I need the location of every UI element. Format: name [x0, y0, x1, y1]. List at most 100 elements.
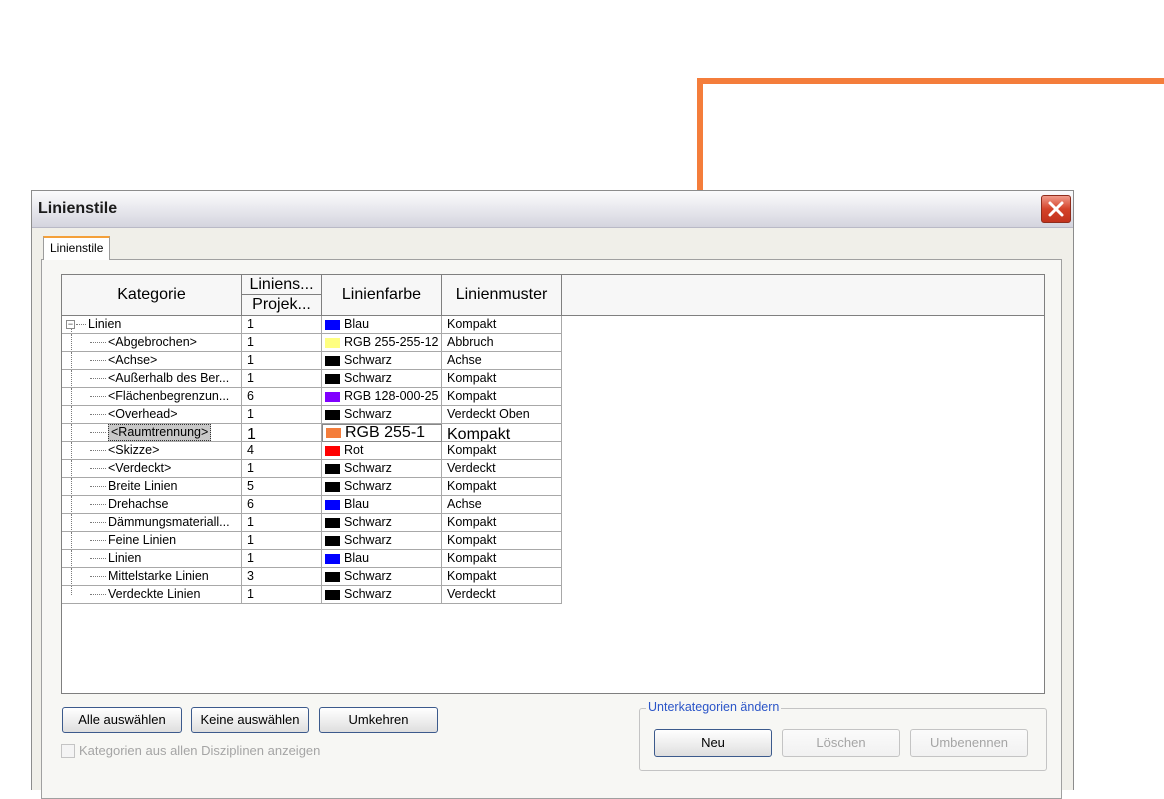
cell-kategorie[interactable]: Feine Linien — [62, 532, 242, 550]
table-row[interactable]: Linien 1 Blau Kompakt — [62, 550, 562, 568]
cell-linienmuster[interactable]: Kompakt — [442, 478, 562, 496]
cell-linienstaerke[interactable]: 1 — [242, 460, 322, 478]
cell-linienfarbe[interactable]: Schwarz — [322, 352, 442, 370]
cell-kategorie[interactable]: <Overhead> — [62, 406, 242, 424]
table-row[interactable]: <Flächenbegrenzun... 6 RGB 128-000-25 Kompa… — [62, 388, 562, 406]
color-name: Blau — [344, 497, 370, 511]
category-name: <Achse> — [108, 353, 158, 367]
new-subcategory-button[interactable]: Neu — [654, 729, 772, 757]
select-all-button[interactable]: Alle auswählen — [62, 707, 182, 733]
cell-linienstaerke[interactable]: 1 — [242, 550, 322, 568]
cell-linienfarbe[interactable]: Schwarz — [322, 586, 442, 604]
cell-linienmuster[interactable]: Verdeckt Oben — [442, 406, 562, 424]
collapse-icon[interactable]: − — [66, 320, 75, 329]
table-row[interactable]: Verdeckte Linien 1 Schwarz Verdeckt — [62, 586, 562, 604]
cell-linienstaerke[interactable]: 1 — [242, 532, 322, 550]
cell-linienfarbe[interactable]: RGB 255-255-12 — [322, 334, 442, 352]
cell-linienmuster[interactable]: Kompakt — [442, 316, 562, 334]
cell-linienmuster[interactable]: Kompakt — [442, 550, 562, 568]
cell-linienfarbe[interactable]: Schwarz — [322, 514, 442, 532]
cell-linienmuster[interactable]: Verdeckt — [442, 460, 562, 478]
cell-kategorie[interactable]: <Abgebrochen> — [62, 334, 242, 352]
cell-kategorie[interactable]: Verdeckte Linien — [62, 586, 242, 604]
cell-kategorie[interactable]: Dämmungsmateriall... — [62, 514, 242, 532]
table-row[interactable]: Feine Linien 1 Schwarz Kompakt — [62, 532, 562, 550]
cell-linienstaerke[interactable]: 1 — [242, 352, 322, 370]
cell-linienmuster[interactable]: Abbruch — [442, 334, 562, 352]
table-row[interactable]: Drehachse 6 Blau Achse — [62, 496, 562, 514]
cell-linienfarbe[interactable]: Schwarz — [322, 406, 442, 424]
category-name: Mittelstarke Linien — [108, 569, 209, 583]
cell-linienstaerke[interactable]: 1 — [242, 316, 322, 334]
tab-linienstile[interactable]: Linienstile — [43, 236, 111, 260]
header-linienmuster[interactable]: Linienmuster — [442, 275, 562, 315]
header-linienstaerke[interactable]: Liniens... Projek... — [242, 275, 322, 315]
cell-kategorie[interactable]: Linien — [62, 550, 242, 568]
cell-linienmuster[interactable]: Kompakt — [442, 388, 562, 406]
cell-linienstaerke[interactable]: 1 — [242, 406, 322, 424]
cell-kategorie[interactable]: Mittelstarke Linien — [62, 568, 242, 586]
cell-kategorie[interactable]: Breite Linien — [62, 478, 242, 496]
cell-kategorie[interactable]: <Flächenbegrenzun... — [62, 388, 242, 406]
cell-kategorie[interactable]: Drehachse — [62, 496, 242, 514]
cell-linienmuster[interactable]: Kompakt — [442, 532, 562, 550]
cell-linienfarbe[interactable]: Blau — [322, 496, 442, 514]
invert-button[interactable]: Umkehren — [319, 707, 438, 733]
cell-kategorie[interactable]: <Skizze> — [62, 442, 242, 460]
orange-annotation-line — [697, 78, 1164, 84]
cell-linienfarbe[interactable]: Schwarz — [322, 478, 442, 496]
select-none-button[interactable]: Keine auswählen — [191, 707, 309, 733]
cell-linienfarbe[interactable]: Blau — [322, 550, 442, 568]
cell-linienfarbe[interactable]: Schwarz — [322, 370, 442, 388]
rename-subcategory-button[interactable]: Umbenennen — [910, 729, 1028, 757]
close-button[interactable] — [1041, 195, 1071, 223]
cell-linienfarbe[interactable]: Schwarz — [322, 532, 442, 550]
cell-linienmuster[interactable]: Kompakt — [442, 442, 562, 460]
cell-linienstaerke[interactable]: 5 — [242, 478, 322, 496]
table-row[interactable]: Breite Linien 5 Schwarz Kompakt — [62, 478, 562, 496]
cell-linienstaerke[interactable]: 4 — [242, 442, 322, 460]
table-row[interactable]: <Achse> 1 Schwarz Achse — [62, 352, 562, 370]
table-row[interactable]: Mittelstarke Linien 3 Schwarz Kompakt — [62, 568, 562, 586]
color-name: Schwarz — [344, 569, 392, 583]
cell-kategorie[interactable]: <Achse> — [62, 352, 242, 370]
cell-linienfarbe[interactable]: RGB 128-000-25 — [322, 388, 442, 406]
delete-subcategory-button[interactable]: Löschen — [782, 729, 900, 757]
cell-linienfarbe[interactable]: Rot — [322, 442, 442, 460]
cell-linienfarbe[interactable]: RGB 255-1 — [322, 424, 442, 442]
cell-linienmuster[interactable]: Kompakt — [442, 370, 562, 388]
cell-linienstaerke[interactable]: 6 — [242, 388, 322, 406]
cell-linienstaerke[interactable]: 1 — [242, 334, 322, 352]
cell-linienstaerke[interactable]: 1 — [242, 514, 322, 532]
cell-linienmuster[interactable]: Kompakt — [442, 568, 562, 586]
show-all-disciplines-checkbox[interactable] — [61, 743, 75, 758]
cell-linienmuster[interactable]: Kompakt — [442, 424, 562, 442]
table-row[interactable]: − Linien 1 Blau Kompakt — [62, 316, 562, 334]
header-kategorie[interactable]: Kategorie — [62, 275, 242, 315]
cell-linienstaerke[interactable]: 1 — [242, 586, 322, 604]
cell-kategorie[interactable]: <Außerhalb des Ber... — [62, 370, 242, 388]
table-row[interactable]: <Raumtrennung> 1 RGB 255-1 Kompakt — [62, 424, 562, 442]
table-row[interactable]: <Außerhalb des Ber... 1 Schwarz Kompakt — [62, 370, 562, 388]
cell-linienmuster[interactable]: Achse — [442, 352, 562, 370]
cell-linienfarbe[interactable]: Schwarz — [322, 460, 442, 478]
cell-linienstaerke[interactable]: 1 — [242, 370, 322, 388]
cell-linienfarbe[interactable]: Schwarz — [322, 568, 442, 586]
cell-kategorie[interactable]: <Raumtrennung> — [62, 424, 242, 442]
table-row[interactable]: <Verdeckt> 1 Schwarz Verdeckt — [62, 460, 562, 478]
table-row[interactable]: <Overhead> 1 Schwarz Verdeckt Oben — [62, 406, 562, 424]
cell-linienmuster[interactable]: Verdeckt — [442, 586, 562, 604]
cell-linienstaerke[interactable]: 6 — [242, 496, 322, 514]
cell-linienmuster[interactable]: Achse — [442, 496, 562, 514]
cell-linienstaerke[interactable]: 1 — [242, 424, 322, 442]
table-row[interactable]: <Skizze> 4 Rot Kompakt — [62, 442, 562, 460]
header-linienfarbe[interactable]: Linienfarbe — [322, 275, 442, 315]
table-row[interactable]: <Abgebrochen> 1 RGB 255-255-12 Abbruch — [62, 334, 562, 352]
tree-connector — [90, 468, 106, 469]
cell-linienfarbe[interactable]: Blau — [322, 316, 442, 334]
cell-kategorie[interactable]: − Linien — [62, 316, 242, 334]
table-row[interactable]: Dämmungsmateriall... 1 Schwarz Kompakt — [62, 514, 562, 532]
cell-kategorie[interactable]: <Verdeckt> — [62, 460, 242, 478]
cell-linienmuster[interactable]: Kompakt — [442, 514, 562, 532]
cell-linienstaerke[interactable]: 3 — [242, 568, 322, 586]
